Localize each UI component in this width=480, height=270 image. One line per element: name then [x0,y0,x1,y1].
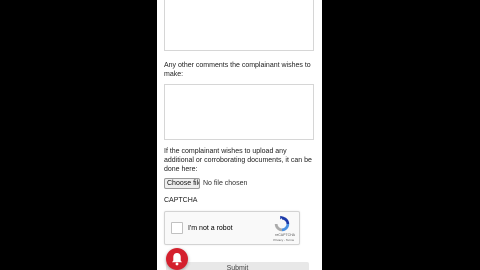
complaint-form-page: Any other comments the complainant wishe… [157,0,322,270]
notification-button[interactable] [166,248,188,270]
upload-label: If the complainant wishes to upload any … [164,148,312,173]
submit-button[interactable]: Submit [166,262,309,270]
previous-textarea[interactable] [164,0,314,51]
recaptcha-terms-link[interactable]: Privacy - Terms [273,238,294,242]
file-status: No file chosen [203,180,248,187]
video-frame: Any other comments the complainant wishe… [0,0,480,270]
choose-file-button[interactable]: Choose file [164,178,200,189]
bell-icon [172,253,182,266]
recaptcha-label: I'm not a robot [188,225,233,232]
file-upload: Choose file No file chosen [164,178,247,189]
recaptcha-brand: reCAPTCHA [275,233,295,237]
recaptcha-icon [274,215,290,232]
comments-label: Any other comments the complainant wishe… [164,62,311,78]
recaptcha-widget: I'm not a robot reCAPTCHA Privacy - Term… [164,211,300,245]
comments-textarea[interactable] [164,84,314,140]
captcha-heading: CAPTCHA [164,197,198,204]
recaptcha-checkbox[interactable] [171,222,183,234]
